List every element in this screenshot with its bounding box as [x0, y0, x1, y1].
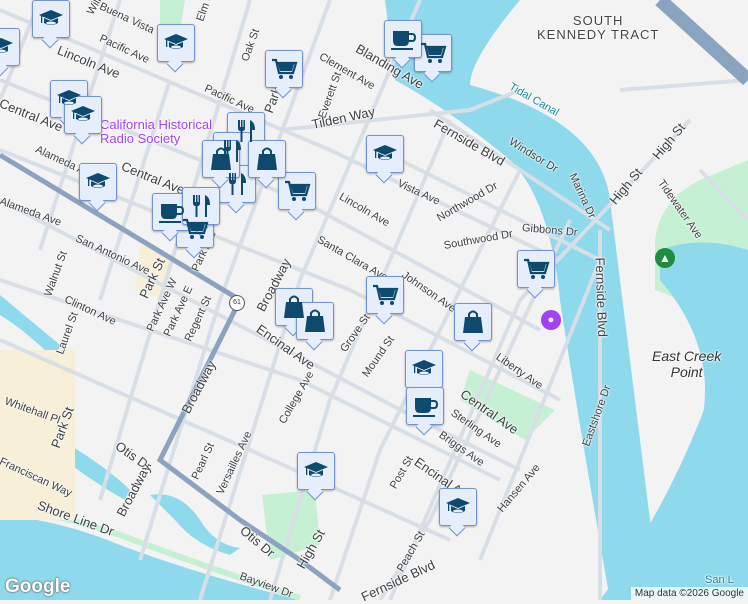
- cart-marker[interactable]: [278, 172, 316, 210]
- school-marker[interactable]: [64, 96, 102, 134]
- camera-icon[interactable]: ●: [541, 310, 561, 330]
- shopping-marker[interactable]: [296, 302, 334, 340]
- school-marker[interactable]: [366, 135, 404, 173]
- school-icon: [444, 493, 472, 521]
- shopping-marker[interactable]: [202, 140, 240, 178]
- cart-marker[interactable]: [366, 276, 404, 314]
- shopping-icon: [207, 145, 235, 173]
- cart-marker[interactable]: [414, 34, 452, 72]
- restaurant-icon: [187, 192, 215, 220]
- school-icon: [69, 101, 97, 129]
- park-label-east-creek-point: East Creek Point: [652, 348, 722, 380]
- cart-icon: [419, 39, 447, 67]
- school-icon: [410, 355, 438, 383]
- school-marker[interactable]: [439, 488, 477, 526]
- street-label: Fernside Blvd: [592, 257, 611, 338]
- water-label-san-leandro: San L: [705, 574, 734, 586]
- cart-marker[interactable]: [517, 250, 555, 288]
- school-icon: [0, 33, 15, 61]
- coffee-marker[interactable]: [406, 387, 444, 425]
- shopping-icon: [253, 145, 281, 173]
- coffee-icon: [157, 198, 185, 226]
- school-icon: [162, 29, 190, 57]
- shopping-marker[interactable]: [454, 303, 492, 341]
- school-icon: [302, 457, 330, 485]
- shopping-icon: [459, 308, 487, 336]
- shopping-marker[interactable]: [248, 140, 286, 178]
- google-logo: Google: [5, 576, 71, 597]
- restaurant-icon: [223, 170, 251, 198]
- school-icon: [84, 168, 112, 196]
- cart-icon: [522, 255, 550, 283]
- coffee-marker[interactable]: [384, 20, 422, 58]
- poi-radio-society[interactable]: California Historical Radio Society: [100, 118, 212, 146]
- school-marker[interactable]: [32, 0, 70, 38]
- cart-marker[interactable]: [265, 50, 303, 88]
- cart-icon: [270, 55, 298, 83]
- school-icon: [37, 5, 65, 33]
- cart-icon: [371, 281, 399, 309]
- school-marker[interactable]: [157, 24, 195, 62]
- coffee-marker[interactable]: [152, 193, 190, 231]
- highway-61-shield: 61: [229, 295, 245, 311]
- coffee-icon: [389, 25, 417, 53]
- restaurant-marker[interactable]: [182, 187, 220, 225]
- map-attribution[interactable]: Map data ©2026 Google: [630, 587, 748, 600]
- school-marker[interactable]: [79, 163, 117, 201]
- park-icon: ▲: [655, 248, 675, 268]
- school-icon: [371, 140, 399, 168]
- area-label-south-kennedy-tract: SOUTH KENNEDY TRACT: [537, 13, 660, 42]
- school-marker[interactable]: [0, 28, 20, 66]
- shopping-icon: [301, 307, 329, 335]
- cart-icon: [283, 177, 311, 205]
- coffee-icon: [411, 392, 439, 420]
- school-marker[interactable]: [297, 452, 335, 490]
- school-marker[interactable]: [405, 350, 443, 388]
